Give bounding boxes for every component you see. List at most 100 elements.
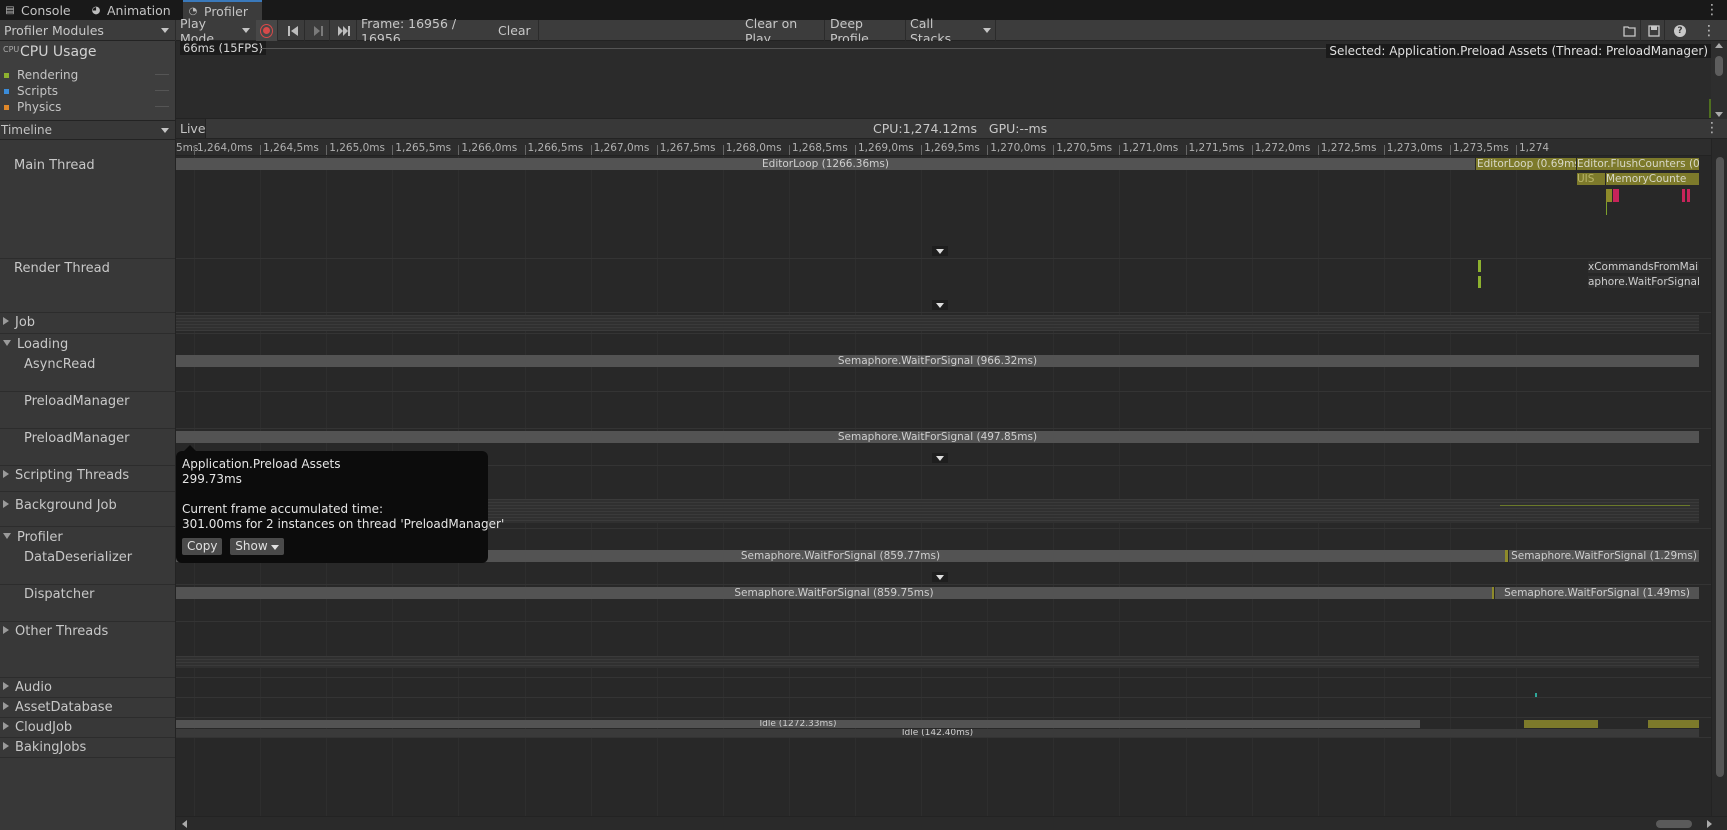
load-profile-button[interactable]	[1619, 20, 1641, 41]
expand-thread-button[interactable]	[932, 572, 948, 582]
sample-block[interactable]	[1606, 202, 1607, 215]
help-button[interactable]: ?	[1669, 20, 1691, 41]
sample-flushcounters[interactable]: Editor.FlushCounters (0	[1577, 158, 1699, 170]
group-loading-label: Loading	[17, 337, 69, 352]
legend-physics-label: Physics	[17, 100, 62, 114]
sample-block[interactable]	[1478, 276, 1481, 288]
legend-scripts[interactable]: Scripts	[4, 84, 58, 98]
save-profile-button[interactable]	[1643, 20, 1665, 41]
legend-rendering[interactable]: Rendering	[4, 68, 78, 82]
sample-render-commands[interactable]: xCommandsFromMainTh	[1588, 261, 1699, 273]
ruler-tick	[1119, 145, 1121, 155]
last-frame-button[interactable]	[332, 20, 357, 41]
sample-datadeserializer-wait-2[interactable]: Semaphore.WaitForSignal (1.29ms)	[1509, 550, 1699, 562]
frame-counter: Frame: 16956 / 16956	[361, 15, 457, 46]
live-button[interactable]: Live	[176, 119, 206, 138]
sample-dispatcher-wait[interactable]: Semaphore.WaitForSignal (859.75ms)	[176, 587, 1492, 599]
ruler-tick	[260, 145, 262, 155]
sample-block[interactable]	[1505, 550, 1508, 562]
row-divider	[176, 621, 1711, 622]
show-dropdown[interactable]: Show	[230, 538, 284, 555]
cpu-usage-chart[interactable]: 66ms (15FPS) Selected: Application.Prelo…	[176, 41, 1711, 119]
timeline-vertical-scrollbar[interactable]	[1711, 139, 1727, 816]
clear-button[interactable]: Clear	[494, 20, 539, 41]
deep-profile-button[interactable]: Deep Profile	[826, 16, 906, 46]
ruler-tick	[1383, 145, 1385, 155]
view-mode-label: Timeline	[1, 123, 53, 137]
sample-block[interactable]	[1687, 189, 1690, 202]
expand-thread-button[interactable]	[932, 246, 948, 256]
group-other-threads[interactable]: Other Threads	[0, 624, 175, 639]
scroll-thumb[interactable]	[1716, 157, 1724, 777]
group-cloudjob[interactable]: CloudJob	[0, 720, 175, 735]
sample-preload-wait[interactable]: Semaphore.WaitForSignal (497.85ms)	[176, 431, 1699, 443]
sample-idle[interactable]: Idle (1272.33ms)	[176, 720, 1420, 728]
row-divider	[176, 258, 1711, 259]
window-menu-icon[interactable]: ⋮	[1705, 2, 1719, 18]
scroll-down-icon[interactable]	[1715, 112, 1723, 117]
sample-dispatcher-wait-2[interactable]: Semaphore.WaitForSignal (1.49ms)	[1495, 587, 1699, 599]
divider	[0, 757, 175, 758]
chart-scrollbar[interactable]	[1711, 41, 1727, 119]
scroll-left-icon[interactable]	[182, 820, 187, 828]
timeline-header: Live CPU:1,274.12ms GPU:--ms ⋮	[176, 119, 1727, 139]
sample-block[interactable]	[1524, 720, 1598, 728]
divider	[0, 428, 175, 429]
sample-uis[interactable]: UIS	[1577, 173, 1605, 185]
call-stacks-dropdown[interactable]: Call Stacks	[906, 16, 996, 46]
copy-button[interactable]: Copy	[182, 538, 223, 555]
time-ruler[interactable]: 5ms 1,264,0ms 1,264,5ms 1,265,0ms 1,265,5ms 1…	[176, 139, 1711, 156]
thread-dispatcher: Dispatcher	[24, 587, 95, 602]
group-audio[interactable]: Audio	[0, 680, 175, 695]
legend-scripts-label: Scripts	[17, 84, 59, 98]
tab-animation[interactable]: ◕ Animation	[86, 0, 174, 20]
group-bakingjobs-label: BakingJobs	[15, 740, 87, 755]
sample-block[interactable]	[1682, 189, 1685, 202]
tab-console[interactable]: ▤ Console	[0, 0, 76, 20]
show-label: Show	[235, 539, 268, 553]
profiler-modules-dropdown[interactable]: Profiler Modules	[0, 20, 176, 41]
sample-render-wait[interactable]: aphore.WaitForSignal (0.8	[1588, 276, 1699, 288]
sample-editorloop-small[interactable]: EditorLoop (0.69ms)	[1476, 158, 1576, 170]
sample-block[interactable]	[1492, 587, 1494, 599]
view-mode-dropdown[interactable]: Timeline	[0, 121, 175, 140]
record-icon	[260, 23, 273, 38]
scroll-right-icon[interactable]	[1707, 820, 1712, 828]
play-mode-dropdown[interactable]: Play Mode	[176, 16, 254, 46]
sample-block[interactable]	[1648, 720, 1699, 728]
expand-thread-button[interactable]	[932, 300, 948, 310]
group-assetdatabase[interactable]: AssetDatabase	[0, 700, 175, 715]
record-button[interactable]	[256, 20, 278, 41]
sample-block[interactable]	[1535, 693, 1537, 697]
toolbar-menu-icon[interactable]: ⋮	[1698, 20, 1720, 41]
sample-block[interactable]	[1606, 189, 1612, 202]
sample-memorycounters[interactable]: MemoryCounte	[1606, 173, 1699, 185]
sample-asyncread-wait[interactable]: Semaphore.WaitForSignal (966.32ms)	[176, 355, 1699, 367]
row-divider	[176, 737, 1711, 738]
expand-thread-button[interactable]	[932, 453, 948, 463]
scroll-up-icon[interactable]	[1715, 43, 1723, 48]
cpu-usage-module[interactable]: CPU CPU Usage Rendering Scripts Physics	[0, 41, 175, 121]
next-frame-button[interactable]	[306, 20, 330, 41]
group-background-job[interactable]: Background Job	[0, 498, 175, 513]
tooltip-caret	[184, 445, 196, 451]
clear-on-play-button[interactable]: Clear on Play	[741, 16, 825, 46]
timeline-horizontal-scrollbar[interactable]	[176, 816, 1727, 830]
ruler-tick-label: 1,266,5ms	[527, 142, 584, 154]
thread-preloadmanager-2: PreloadManager	[24, 431, 130, 446]
group-profiler[interactable]: Profiler	[0, 530, 175, 545]
legend-rendering-label: Rendering	[17, 68, 79, 82]
timeline-menu-icon[interactable]: ⋮	[1705, 120, 1719, 136]
group-bakingjobs[interactable]: BakingJobs	[0, 740, 175, 755]
first-frame-button[interactable]	[281, 20, 305, 41]
group-loading[interactable]: Loading	[0, 337, 175, 352]
group-scripting-threads[interactable]: Scripting Threads	[0, 468, 175, 483]
sample-idle-2[interactable]: Idle (142.40ms)	[176, 729, 1699, 737]
sample-block[interactable]	[1478, 260, 1481, 272]
scroll-thumb[interactable]	[1715, 56, 1723, 76]
sample-editorloop[interactable]: EditorLoop (1266.36ms)	[176, 158, 1475, 170]
group-job[interactable]: Job	[0, 315, 175, 330]
legend-physics[interactable]: Physics	[4, 100, 61, 114]
sample-block[interactable]	[1613, 189, 1619, 202]
scroll-thumb[interactable]	[1656, 820, 1692, 828]
